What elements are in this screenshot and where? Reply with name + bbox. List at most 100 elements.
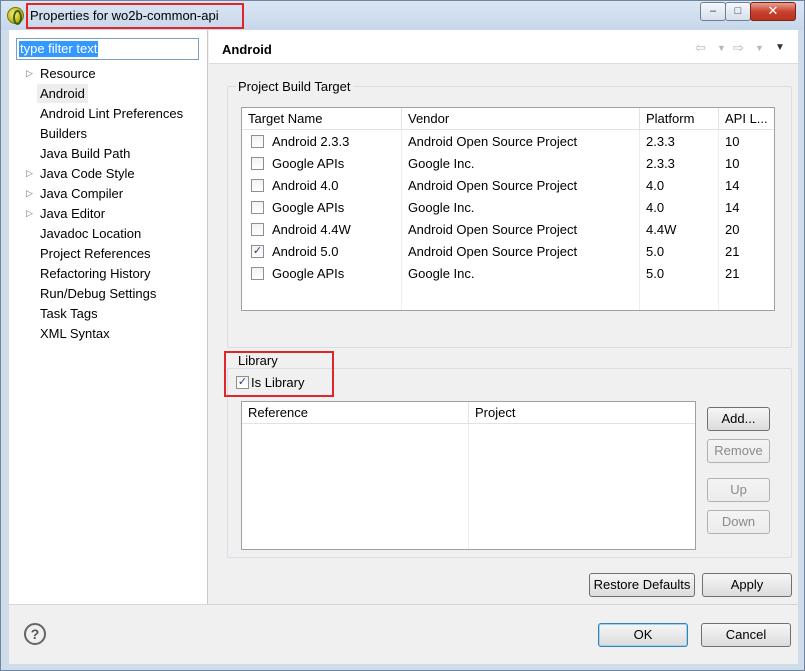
tree-item-label: Java Code Style <box>40 166 135 181</box>
close-button[interactable]: ✕ <box>750 2 796 21</box>
column-platform[interactable]: Platform <box>640 108 719 130</box>
restore-defaults-button[interactable]: Restore Defaults <box>589 573 695 597</box>
add-library-button[interactable]: Add... <box>707 407 770 431</box>
platform-cell: 4.0 <box>646 178 665 193</box>
api-level-cell: 10 <box>725 156 740 171</box>
tree-item[interactable]: XML Syntax <box>9 324 207 344</box>
tree-item[interactable]: ▷ Java Editor <box>9 204 207 224</box>
target-checkbox[interactable] <box>251 201 264 214</box>
preference-tree-pane: type filter text ▷ Resource Android Android… <box>9 30 208 604</box>
checkmark-icon: ✓ <box>252 245 263 257</box>
platform-cell: 5.0 <box>646 266 665 281</box>
apply-button[interactable]: Apply <box>702 573 792 597</box>
dialog-client-area: type filter text ▷ Resource Android Android… <box>9 30 798 664</box>
tree-item[interactable]: Project References <box>9 244 207 264</box>
target-name-cell: Google APIs <box>272 156 345 171</box>
vendor-cell: Android Open Source Project <box>408 222 578 237</box>
eclipse-app-icon <box>7 7 24 25</box>
view-menu-icon[interactable]: ▼ <box>775 42 785 53</box>
tree-item[interactable]: Task Tags <box>9 304 207 324</box>
minimize-button[interactable]: ‒ <box>700 2 726 21</box>
ok-button[interactable]: OK <box>598 623 688 647</box>
tree-item-label: Javadoc Location <box>40 226 142 241</box>
filter-input[interactable]: type filter text <box>16 38 199 60</box>
target-name-cell: Android 5.0 <box>272 244 339 259</box>
target-checkbox[interactable] <box>251 179 264 192</box>
tree-item-label: Run/Debug Settings <box>40 286 157 301</box>
table-row[interactable]: Android 2.3.3 Android Open Source Project… <box>242 131 774 153</box>
tree-item-label: Builders <box>40 126 87 141</box>
library-reference-table[interactable]: Reference Project <box>241 401 696 550</box>
column-vendor[interactable]: Vendor <box>402 108 640 130</box>
api-level-cell: 20 <box>725 222 740 237</box>
title-bar[interactable]: Properties for wo2b-common-api ‒ □ ✕ <box>1 1 804 30</box>
tree-item[interactable]: ▷ Resource <box>9 64 207 84</box>
android-properties-page: Android ⇦ ▼ ⇨ ▼ ▼ Project Build Target T… <box>209 30 798 604</box>
tree-item[interactable]: Javadoc Location <box>9 224 207 244</box>
forward-dropdown-icon[interactable]: ▼ <box>755 43 764 53</box>
target-name-cell: Android 4.0 <box>272 178 339 193</box>
expand-arrow-icon[interactable]: ▷ <box>26 164 36 183</box>
build-target-label: Project Build Target <box>236 79 353 94</box>
api-level-cell: 21 <box>725 266 740 281</box>
filter-input-text: type filter text <box>19 41 99 57</box>
build-target-table-header: Target Name Vendor Platform API L... <box>242 108 774 130</box>
tree-item-label: Android <box>37 84 88 103</box>
target-checkbox[interactable] <box>251 267 264 280</box>
footer-separator <box>9 604 798 605</box>
vendor-cell: Android Open Source Project <box>408 244 578 259</box>
tree-item-label: Android Lint Preferences <box>40 106 184 121</box>
back-arrow-icon[interactable]: ⇦ <box>695 40 706 56</box>
tree-item[interactable]: Refactoring History <box>9 264 207 284</box>
target-checkbox[interactable]: ✓ <box>251 245 264 258</box>
tree-item[interactable]: ▷ Java Code Style <box>9 164 207 184</box>
column-divider <box>468 424 469 549</box>
vendor-cell: Google Inc. <box>408 156 475 171</box>
tree-item-label: XML Syntax <box>40 326 110 341</box>
library-highlight-box <box>224 351 334 397</box>
tree-item[interactable]: ▷ Java Compiler <box>9 184 207 204</box>
column-project[interactable]: Project <box>469 402 695 424</box>
vendor-cell: Google Inc. <box>408 266 475 281</box>
target-name-cell: Android 4.4W <box>272 222 351 237</box>
forward-arrow-icon[interactable]: ⇨ <box>733 40 744 56</box>
tree-item[interactable]: Android Lint Preferences <box>9 104 207 124</box>
tree-item[interactable]: Android <box>9 84 207 104</box>
table-row[interactable]: Google APIs Google Inc. 4.0 14 <box>242 197 774 219</box>
move-up-button[interactable]: Up <box>707 478 770 502</box>
tree-item[interactable]: Run/Debug Settings <box>9 284 207 304</box>
target-name-cell: Android 2.3.3 <box>272 134 350 149</box>
build-target-table[interactable]: Target Name Vendor Platform API L... And… <box>241 107 775 311</box>
page-header: Android ⇦ ▼ ⇨ ▼ ▼ <box>209 30 798 64</box>
expand-arrow-icon[interactable]: ▷ <box>26 184 36 203</box>
column-reference[interactable]: Reference <box>242 402 469 424</box>
tree-item[interactable]: Builders <box>9 124 207 144</box>
table-row[interactable]: ✓ Android 5.0 Android Open Source Project 5… <box>242 241 774 263</box>
expand-arrow-icon[interactable]: ▷ <box>26 204 36 223</box>
expand-arrow-icon[interactable]: ▷ <box>26 64 36 83</box>
move-down-button[interactable]: Down <box>707 510 770 534</box>
table-row[interactable]: Google APIs Google Inc. 2.3.3 10 <box>242 153 774 175</box>
remove-library-button[interactable]: Remove <box>707 439 770 463</box>
library-table-header: Reference Project <box>242 402 695 424</box>
column-api-level[interactable]: API L... <box>719 108 774 130</box>
platform-cell: 2.3.3 <box>646 134 675 149</box>
target-checkbox[interactable] <box>251 223 264 236</box>
target-checkbox[interactable] <box>251 135 264 148</box>
tree-item-label: Task Tags <box>40 306 98 321</box>
table-row[interactable]: Google APIs Google Inc. 5.0 21 <box>242 263 774 285</box>
api-level-cell: 14 <box>725 178 740 193</box>
column-target-name[interactable]: Target Name <box>242 108 402 130</box>
tree-item[interactable]: Java Build Path <box>9 144 207 164</box>
api-level-cell: 14 <box>725 200 740 215</box>
maximize-button[interactable]: □ <box>725 2 751 21</box>
table-row[interactable]: Android 4.0 Android Open Source Project 4.… <box>242 175 774 197</box>
target-checkbox[interactable] <box>251 157 264 170</box>
platform-cell: 4.0 <box>646 200 665 215</box>
tree-item-label: Refactoring History <box>40 266 151 281</box>
cancel-button[interactable]: Cancel <box>701 623 791 647</box>
table-row[interactable]: Android 4.4W Android Open Source Project 4… <box>242 219 774 241</box>
properties-window: Properties for wo2b-common-api ‒ □ ✕ typ… <box>0 0 805 671</box>
back-dropdown-icon[interactable]: ▼ <box>717 43 726 53</box>
help-icon[interactable]: ? <box>24 623 46 645</box>
